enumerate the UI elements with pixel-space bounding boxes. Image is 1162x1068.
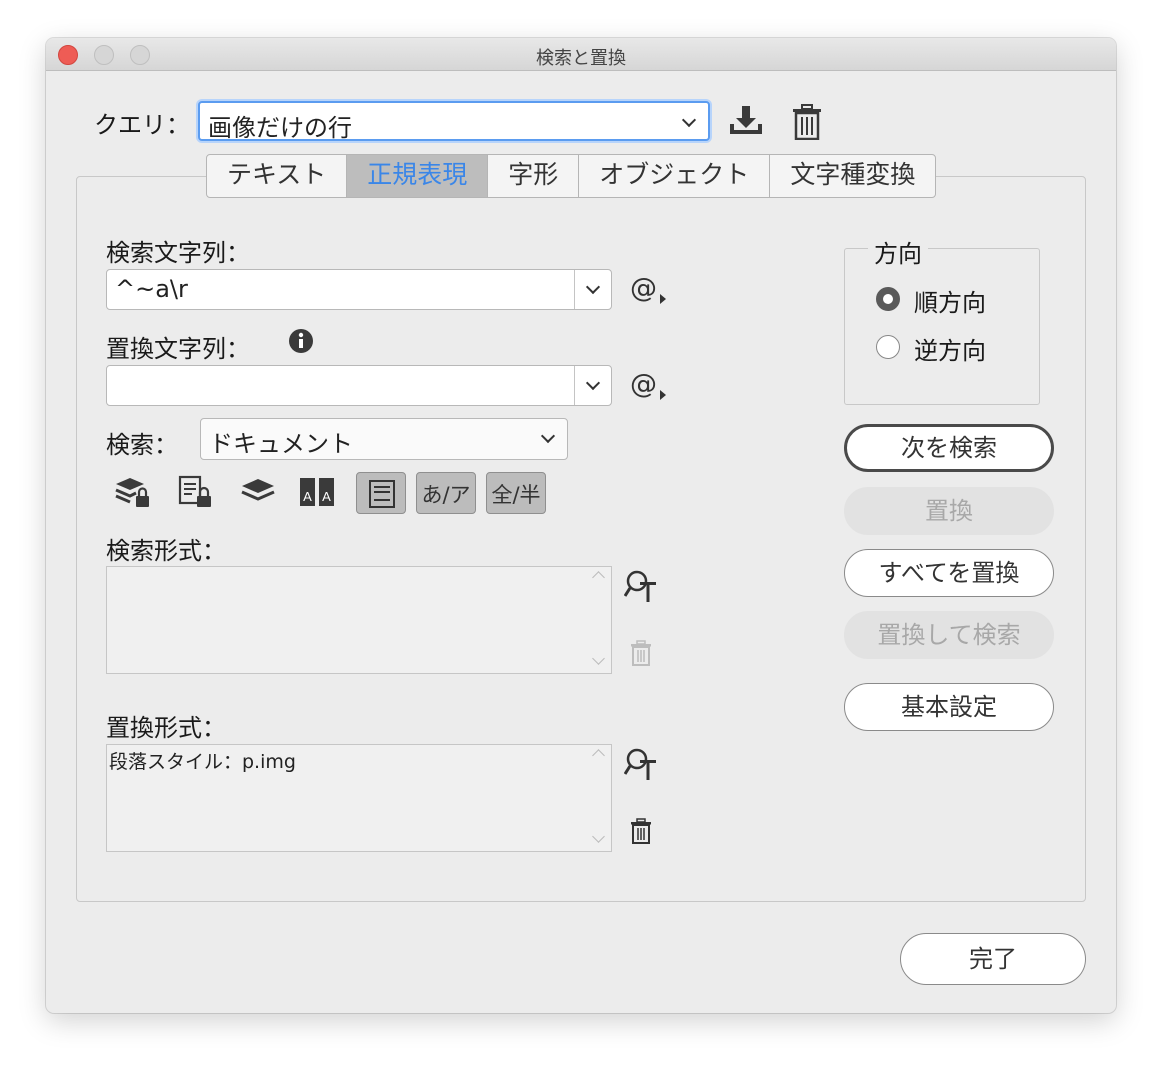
mode-tabs: テキスト 正規表現 字形 オブジェクト 文字種変換 — [206, 154, 937, 198]
svg-text:A: A — [303, 489, 312, 504]
chevron-down-icon — [585, 375, 601, 391]
footnote-icon — [369, 480, 395, 508]
direction-group — [844, 248, 1040, 405]
clear-replace-format-icon[interactable] — [630, 818, 652, 844]
find-format-box[interactable] — [106, 566, 612, 674]
tab-grep[interactable]: 正規表現 — [347, 155, 489, 197]
include-master-pages-icon[interactable]: A A — [298, 474, 336, 510]
scroll-down-icon[interactable] — [592, 830, 605, 843]
svg-text:A: A — [322, 489, 331, 504]
replace-input[interactable] — [106, 365, 612, 406]
search-scope-label: 検索： — [106, 431, 178, 459]
tab-text[interactable]: テキスト — [207, 155, 348, 197]
kana-toggle-label: あ/ア — [421, 483, 471, 507]
info-icon[interactable] — [288, 328, 314, 354]
scroll-up-icon[interactable] — [592, 571, 605, 584]
width-toggle-label: 全/半 — [491, 483, 541, 507]
change-button[interactable]: 置換 — [844, 487, 1054, 535]
width-sensitive-toggle[interactable]: 全/半 — [486, 472, 546, 514]
done-button[interactable]: 完了 — [900, 933, 1086, 985]
replace-format-label: 置換形式： — [106, 714, 226, 742]
tab-glyph[interactable]: 字形 — [488, 155, 580, 197]
find-format-label: 検索形式： — [106, 537, 226, 565]
replace-format-box[interactable]: 段落スタイル：p.img — [106, 744, 612, 852]
include-footnotes-toggle[interactable] — [356, 472, 406, 514]
fewer-options-button[interactable]: 基本設定 — [844, 683, 1054, 731]
replace-format-value: 段落スタイル：p.img — [109, 751, 296, 773]
scroll-up-icon[interactable] — [592, 749, 605, 762]
direction-label: 方向 — [868, 234, 928, 269]
chevron-down-icon — [540, 428, 556, 444]
change-all-button[interactable]: すべてを置換 — [844, 549, 1054, 597]
specify-find-format-icon[interactable] — [624, 570, 660, 604]
replace-history-button[interactable] — [574, 366, 611, 405]
submenu-arrow-icon — [660, 390, 666, 400]
special-characters-find-icon[interactable]: @ — [630, 273, 657, 304]
search-scope-value: ドキュメント — [209, 430, 353, 458]
query-select[interactable]: 画像だけの行 — [198, 101, 710, 142]
query-label: クエリ： — [94, 111, 190, 139]
titlebar: 検索と置換 — [46, 38, 1116, 71]
chevron-down-icon — [585, 279, 601, 295]
direction-backward-radio[interactable] — [876, 335, 900, 359]
find-input[interactable]: ^~a\r — [106, 269, 612, 310]
save-query-icon[interactable] — [728, 104, 764, 138]
find-replace-dialog: 検索と置換 クエリ： 画像だけの行 テキスト 正規表現 字形 オブジェクト 文字… — [46, 38, 1116, 1013]
search-scope-select[interactable]: ドキュメント — [200, 418, 568, 460]
change-find-button[interactable]: 置換して検索 — [844, 611, 1054, 659]
direction-forward-radio[interactable] — [876, 287, 900, 311]
tab-transliterate[interactable]: 文字種変換 — [770, 155, 935, 197]
tab-object[interactable]: オブジェクト — [579, 155, 771, 197]
direction-forward-label[interactable]: 順方向 — [914, 283, 986, 318]
kana-sensitive-toggle[interactable]: あ/ア — [416, 472, 476, 514]
find-label: 検索文字列： — [106, 239, 250, 267]
trash-icon[interactable] — [792, 104, 822, 140]
include-locked-stories-icon[interactable] — [178, 474, 214, 510]
clear-find-format-icon — [631, 640, 651, 666]
window-title: 検索と置換 — [536, 48, 626, 69]
find-value: ^~a\r — [115, 275, 188, 303]
scroll-down-icon[interactable] — [592, 652, 605, 665]
include-locked-layers-icon[interactable] — [114, 474, 152, 510]
find-next-button[interactable]: 次を検索 — [844, 424, 1054, 472]
specify-replace-format-icon[interactable] — [624, 748, 660, 782]
chevron-down-icon — [681, 112, 697, 128]
direction-backward-label[interactable]: 逆方向 — [914, 331, 986, 366]
submenu-arrow-icon — [660, 294, 666, 304]
find-history-button[interactable] — [574, 270, 611, 309]
query-value: 画像だけの行 — [208, 114, 352, 142]
special-characters-replace-icon[interactable]: @ — [630, 369, 657, 400]
replace-label: 置換文字列： — [106, 335, 250, 363]
include-hidden-layers-icon[interactable] — [240, 474, 276, 508]
